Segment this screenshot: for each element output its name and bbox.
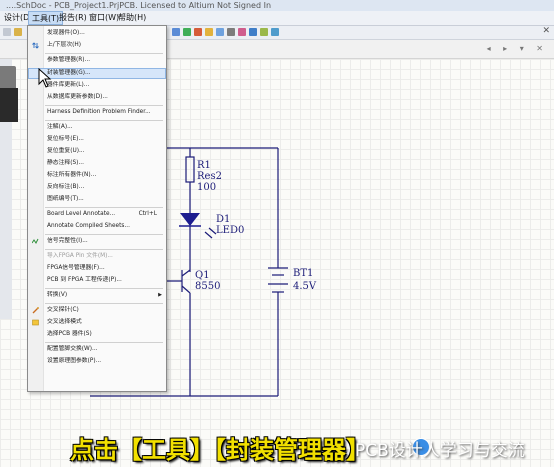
q1-ref-label: Q1 bbox=[195, 270, 210, 281]
r1-ref-label: R1 bbox=[197, 160, 211, 171]
menu-item-pcb-to-fpga[interactable]: PCB 到 FPGA 工程传递(P)... bbox=[28, 275, 166, 286]
menu-item-label: 参数管理器(R)... bbox=[47, 57, 91, 63]
menu-item-parameter-manager[interactable]: 参数管理器(R)... bbox=[28, 55, 166, 66]
menu-separator bbox=[45, 207, 163, 208]
menu-item-annotate-all[interactable]: 标注所有器件(N)... bbox=[28, 170, 166, 181]
menu-item-label: Annotate Compiled Sheets... bbox=[47, 223, 130, 229]
transistor-collector bbox=[181, 269, 191, 277]
menu-item-label: 交叉选择模式 bbox=[47, 319, 82, 325]
d1-type-label: LED0 bbox=[216, 225, 245, 236]
menu-item-update-params-from-database[interactable]: 从数据库更新参数(D)... bbox=[28, 92, 166, 103]
menu-separator bbox=[45, 288, 163, 289]
menu-item-board-level-annotate[interactable]: Board Level Annotate... Ctrl+L bbox=[28, 209, 166, 220]
cross-select-icon bbox=[32, 319, 39, 326]
led-light-arrow-1 bbox=[204, 231, 213, 239]
menu-item-label: 封装管理器(G)... bbox=[47, 70, 91, 76]
menu-item-label: 从数据库更新参数(D)... bbox=[47, 94, 108, 100]
menu-item-label: 选择PCB 器件(S) bbox=[47, 331, 92, 337]
menu-item-label: 注解(A)... bbox=[47, 124, 73, 130]
menu-item-label: 发现器件(O)... bbox=[47, 30, 85, 36]
menu-separator bbox=[45, 342, 163, 343]
menu-item-harness-problem-finder[interactable]: Harness Definition Problem Finder... bbox=[28, 107, 166, 118]
menu-item-label: 反向标注(B)... bbox=[47, 184, 85, 190]
menu-item-label: 器件库更新(L)... bbox=[47, 82, 90, 88]
r1-value-label: 100 bbox=[197, 182, 217, 193]
cross-probe-icon bbox=[32, 307, 39, 314]
signal-integrity-icon bbox=[32, 238, 39, 244]
bt1-value-label: 4.5V bbox=[293, 281, 317, 292]
menu-item-reset-duplicates[interactable]: 复位重复(U)... bbox=[28, 146, 166, 157]
mouse-cursor-icon bbox=[38, 68, 52, 88]
menu-item-label: 复位重复(U)... bbox=[47, 148, 85, 154]
menu-item-cross-select-mode[interactable]: 交叉选择模式 bbox=[28, 317, 166, 328]
menu-item-import-fpga-pin-file[interactable]: 导入FPGA Pin 文件(M)... bbox=[28, 251, 166, 262]
menu-separator bbox=[45, 53, 163, 54]
tutorial-caption: 点击【工具】【封装管理器】 bbox=[70, 436, 370, 464]
menu-item-label: 设置原理图参数(P)... bbox=[47, 358, 102, 364]
menu-item-static-annotate[interactable]: 静态注释(S)... bbox=[28, 158, 166, 169]
hierarchy-arrows-icon bbox=[32, 42, 39, 49]
menu-item-label: FPGA信号管理器(F)... bbox=[47, 265, 105, 271]
menu-separator bbox=[45, 303, 163, 304]
menu-item-label: PCB 到 FPGA 工程传递(P)... bbox=[47, 277, 122, 283]
menu-item-annotate-compiled-sheets[interactable]: Annotate Compiled Sheets... bbox=[28, 221, 166, 232]
side-tab-dark bbox=[0, 88, 18, 122]
menu-item-back-annotate[interactable]: 反向标注(B)... bbox=[28, 182, 166, 193]
r1-type-label: Res2 bbox=[197, 171, 222, 182]
menu-item-convert[interactable]: 转换(V) ▶ bbox=[28, 290, 166, 301]
watermark-text: PCB设计人学习与交流 bbox=[355, 441, 525, 461]
menu-item-schematic-preferences[interactable]: 设置原理图参数(P)... bbox=[28, 356, 166, 367]
menu-item-configure-pin-swapping[interactable]: 配置管脚交换(W)... bbox=[28, 344, 166, 355]
bt1-ref-label: BT1 bbox=[293, 268, 314, 279]
menu-separator bbox=[45, 105, 163, 106]
menu-item-label: 交叉探针(C) bbox=[47, 307, 79, 313]
menu-item-label: 信号完整性(I)... bbox=[47, 238, 88, 244]
menu-item-select-pcb-components[interactable]: 选择PCB 器件(S) bbox=[28, 329, 166, 340]
menu-item-label: 导入FPGA Pin 文件(M)... bbox=[47, 253, 113, 259]
menu-item-sheet-numbering[interactable]: 图纸编号(T)... bbox=[28, 194, 166, 205]
menu-separator bbox=[45, 249, 163, 250]
menu-item-label: 标注所有器件(N)... bbox=[47, 172, 97, 178]
d1-ref-label: D1 bbox=[216, 214, 231, 225]
submenu-arrow-icon: ▶ bbox=[158, 292, 162, 298]
menu-item-annotate[interactable]: 注解(A)... bbox=[28, 122, 166, 133]
menu-item-label: 上/下层次(H) bbox=[47, 42, 82, 48]
menu-item-label: Harness Definition Problem Finder... bbox=[47, 109, 151, 115]
menu-item-label: Board Level Annotate... bbox=[47, 211, 116, 217]
led-light-arrow-2 bbox=[208, 227, 217, 235]
q1-type-label: 8550 bbox=[195, 281, 221, 292]
menu-item-fpga-signal-manager[interactable]: FPGA信号管理器(F)... bbox=[28, 263, 166, 274]
menu-item-cross-probe[interactable]: 交叉探针(C) bbox=[28, 305, 166, 316]
menu-item-label: 配置管脚交换(W)... bbox=[47, 346, 98, 352]
menu-item-label: 图纸编号(T)... bbox=[47, 196, 84, 202]
menu-item-label: 静态注释(S)... bbox=[47, 160, 84, 166]
transistor-emitter bbox=[181, 285, 191, 294]
menu-item-find-component[interactable]: 发现器件(O)... bbox=[28, 28, 166, 39]
menu-item-label: 转换(V) bbox=[47, 292, 68, 298]
resistor-r1-body bbox=[185, 156, 195, 183]
led-d1-symbol bbox=[180, 213, 200, 226]
menu-separator bbox=[45, 234, 163, 235]
menu-item-reset-designators[interactable]: 复位标号(E)... bbox=[28, 134, 166, 145]
menu-item-signal-integrity[interactable]: 信号完整性(I)... bbox=[28, 236, 166, 247]
menu-item-up-down-hierarchy[interactable]: 上/下层次(H) bbox=[28, 40, 166, 51]
menu-item-label: 复位标号(E)... bbox=[47, 136, 84, 142]
menu-item-shortcut: Ctrl+L bbox=[138, 211, 157, 217]
menu-separator bbox=[45, 120, 163, 121]
